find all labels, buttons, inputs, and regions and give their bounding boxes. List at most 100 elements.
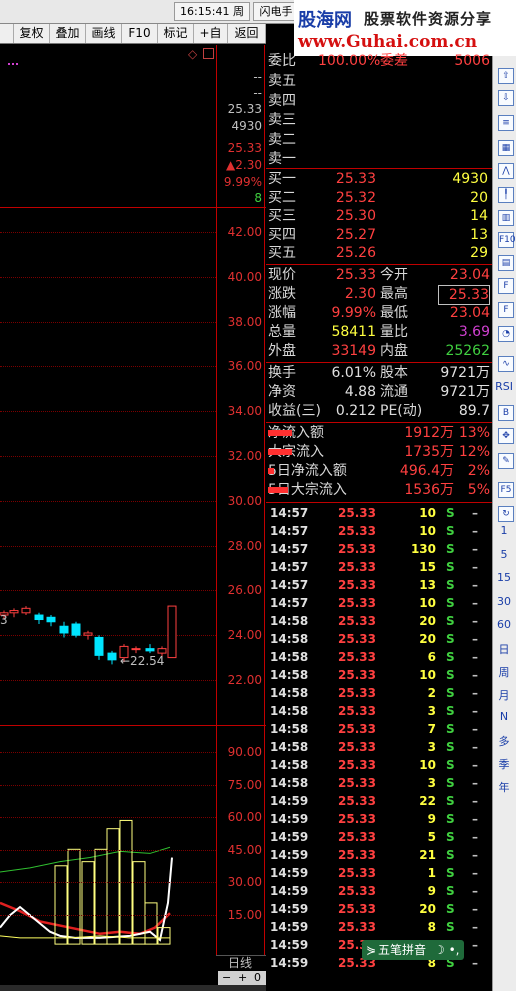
trade-time: 14:58 — [270, 704, 309, 718]
period-unit-button[interactable]: N — [492, 710, 516, 723]
buy-level-row[interactable]: 买二 25.32 20 — [268, 189, 492, 207]
indicator-bar — [106, 828, 120, 945]
buy-level-row[interactable]: 买四 25.27 13 — [268, 226, 492, 244]
fund-flow-row: 5日大宗流入 1536万 5% — [268, 481, 492, 499]
f5-button[interactable]: F5 — [498, 482, 514, 498]
period-unit-button[interactable]: 周 — [492, 664, 516, 680]
move-icon[interactable]: ✥ — [498, 428, 514, 444]
candlestick-chart — [0, 605, 177, 665]
toolbar-f10-button[interactable]: F10 — [122, 24, 158, 43]
sell-level-label: 卖一 — [268, 151, 296, 167]
trade-side: S — [446, 668, 455, 682]
period-1-minute-button[interactable]: 1 — [492, 524, 516, 537]
fundamentals-value: 89.7 — [458, 403, 490, 419]
fund-flow-pct: 12% — [458, 444, 490, 460]
fundamentals-row: 换手 6.01% 股本 9721万 — [268, 364, 492, 382]
fundamentals-value: 9721万 — [440, 384, 490, 400]
buy-volume: 29 — [470, 245, 488, 261]
zoom-in-button[interactable]: + — [238, 971, 247, 985]
tick-trade-row: 14:59 25.33 21 S – — [268, 846, 492, 864]
quote-label: 涨幅 — [268, 305, 296, 321]
line-chart-icon[interactable]: ⋀ — [498, 163, 514, 179]
bars-icon[interactable]: ▥ — [498, 210, 514, 226]
list-icon[interactable]: ≡ — [498, 115, 514, 131]
buy-level-label: 买三 — [268, 208, 296, 224]
quote-value: 3.69 — [458, 324, 490, 340]
up-arrow-icon[interactable]: ⇧ — [498, 68, 514, 84]
wave-icon[interactable]: ∿ — [498, 356, 514, 372]
candle-icon[interactable]: ╿ — [498, 187, 514, 203]
trade-price: 25.33 — [338, 506, 376, 520]
toolbar-draw-button[interactable]: 画线 — [86, 24, 122, 43]
period-60-minute-button[interactable]: 60 — [492, 618, 516, 631]
quote-label: 总量 — [268, 324, 296, 340]
clock-icon[interactable]: ◔ — [498, 326, 514, 342]
trade-price: 25.33 — [338, 704, 376, 718]
trade-dash: – — [472, 938, 478, 952]
trade-side: S — [446, 542, 455, 556]
trade-time: 14:59 — [270, 866, 309, 880]
trade-time: 14:57 — [270, 560, 309, 574]
period-unit-button[interactable]: 日 — [492, 641, 516, 657]
quote-value: 25262 — [445, 343, 490, 359]
price-axis-label: 22.00 — [227, 673, 262, 687]
tick-trade-row: 14:57 25.33 13 S – — [268, 576, 492, 594]
buy-level-row[interactable]: 买一 25.33 4930 — [268, 170, 492, 188]
period-15-minute-button[interactable]: 15 — [492, 571, 516, 584]
scrollbar[interactable] — [0, 985, 266, 991]
period-unit-button[interactable]: 多 — [492, 733, 516, 749]
ime-indicator[interactable]: ⋟ 五笔拼音 ☽ •, — [362, 940, 464, 960]
f10-sidebar-button[interactable]: F10 — [498, 232, 516, 248]
period-unit-button[interactable]: 年 — [492, 779, 516, 795]
grid-line — [0, 752, 216, 753]
trade-side: S — [446, 866, 455, 880]
calc-icon[interactable]: ▤ — [498, 255, 514, 271]
fundamentals-value: 9721万 — [440, 365, 490, 381]
f0-icon[interactable]: F — [498, 302, 514, 318]
fund-flow-pct: 2% — [467, 463, 490, 479]
period-5-minute-button[interactable]: 5 — [492, 548, 516, 561]
f12-icon[interactable]: F — [498, 278, 514, 294]
trade-time: 14:59 — [270, 956, 309, 970]
toolbar-overlay-button[interactable]: 叠加 — [50, 24, 86, 43]
flash-trade-button[interactable]: 闪电手 — [253, 2, 299, 21]
weicha-value: 5006 — [454, 53, 490, 69]
quote-value: 25.33 — [335, 267, 376, 283]
trade-volume: 10 — [419, 524, 436, 538]
quote-label: 涨跌 — [268, 286, 296, 302]
buy-level-row[interactable]: 买五 25.26 29 — [268, 244, 492, 262]
trade-side: S — [446, 614, 455, 628]
refresh-icon[interactable]: ↻ — [498, 506, 514, 522]
trade-volume: 1 — [427, 866, 436, 880]
grid-line — [0, 817, 216, 819]
period-30-minute-button[interactable]: 30 — [492, 595, 516, 608]
period-unit-button[interactable]: 月 — [492, 687, 516, 703]
price-axis-label: 42.00 — [227, 225, 262, 239]
toolbar-back-button[interactable]: 返回 — [228, 24, 266, 43]
trade-volume: 13 — [419, 578, 436, 592]
trade-volume: 6 — [427, 650, 436, 664]
grid-icon[interactable]: ▦ — [498, 140, 514, 156]
sell-level-label: 卖四 — [268, 92, 296, 109]
period-unit-button[interactable]: 季 — [492, 756, 516, 772]
buy-level-row[interactable]: 买三 25.30 14 — [268, 207, 492, 225]
trade-dash: – — [472, 884, 478, 898]
down-arrow-icon[interactable]: ⇩ — [498, 90, 514, 106]
indicator-axis-label: 45.00 — [227, 842, 262, 857]
zoom-out-button[interactable]: − — [222, 971, 231, 985]
toolbar-add-watchlist-button[interactable]: +自选 — [194, 24, 228, 59]
quote-label: 最高 — [380, 286, 408, 302]
b-icon[interactable]: B — [498, 405, 514, 421]
trade-dash: – — [472, 542, 478, 556]
period-label[interactable]: 日线 — [228, 954, 252, 971]
pen-icon[interactable]: ✎ — [498, 453, 514, 469]
info-value: -- — [253, 70, 262, 84]
panel-divider — [264, 45, 265, 955]
rsi-button[interactable]: RSI — [492, 380, 516, 393]
indicator-axis-label: 75.00 — [227, 777, 262, 792]
quote-value: 33149 — [331, 343, 376, 359]
toolbar-mark-button[interactable]: 标记 — [158, 24, 194, 43]
buy-price: 25.32 — [335, 189, 376, 206]
buy-level-label: 买四 — [268, 226, 296, 243]
toolbar-adjust-button[interactable]: 复权 — [14, 24, 50, 43]
